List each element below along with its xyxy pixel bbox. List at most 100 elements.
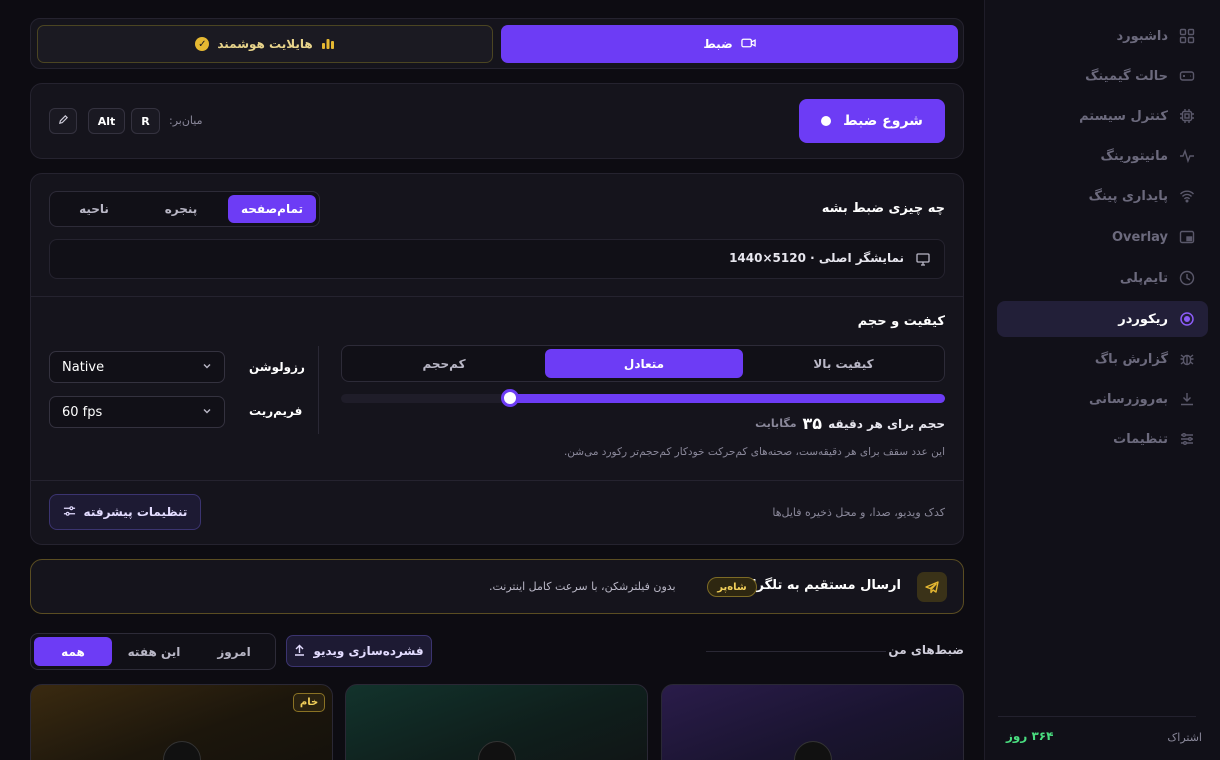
preset-high[interactable]: کیفیت بالا	[746, 349, 941, 378]
divider	[706, 651, 886, 652]
monitor-icon	[916, 253, 930, 270]
resolution-value: Native	[62, 359, 105, 375]
framerate-select[interactable]: 60 fps	[49, 396, 225, 428]
bars-icon	[321, 37, 335, 52]
sidebar-item-timeplay[interactable]: تایم‌پلی	[997, 260, 1208, 296]
sidebar-item-label: داشبورد	[1116, 28, 1168, 44]
tab-window[interactable]: پنجره	[138, 195, 224, 223]
telegram-title: ارسال مستقیم به تلگرام	[742, 578, 902, 593]
divider	[318, 346, 319, 434]
play-icon[interactable]	[794, 741, 832, 760]
display-selector[interactable]: نمایشگر اصلی · 5120×1440	[49, 239, 945, 279]
telegram-desc: بدون فیلترشکن، با سرعت کامل اینترنت.	[489, 580, 676, 593]
sidebar-item-settings[interactable]: تنظیمات	[997, 421, 1208, 457]
size-unit: مگابایت	[755, 417, 797, 430]
sidebar-item-gaming[interactable]: حالت گیمینگ	[997, 58, 1208, 94]
chevron-down-icon	[202, 360, 212, 375]
sidebar-item-label: پایداری پینگ	[1088, 188, 1168, 204]
edit-shortcut-button[interactable]	[49, 108, 77, 134]
sidebar-item-label: مانیتورینگ	[1100, 148, 1168, 164]
sidebar-item-ping[interactable]: پایداری پینگ	[997, 178, 1208, 214]
advanced-settings-button[interactable]: تنظیمات پیشرفته	[49, 494, 201, 530]
divider	[998, 716, 1196, 717]
tab-fullscreen[interactable]: تمام‌صفحه	[228, 195, 316, 223]
size-readout: حجم برای هر دقیقه ۳۵ مگابایت	[755, 414, 945, 433]
check-icon: ✓	[195, 37, 210, 51]
compress-video-button[interactable]: فشرده‌سازی ویدیو	[286, 635, 432, 667]
pulse-icon	[1178, 147, 1196, 165]
record-mode-button[interactable]: ضبط	[501, 25, 958, 63]
quality-presets: کیفیت بالا متعادل کم‌حجم	[341, 345, 945, 382]
play-icon[interactable]	[478, 741, 516, 760]
mode-toggle: ضبط هایلایت هوشمند ✓	[30, 18, 964, 69]
filter-today[interactable]: امروز	[195, 637, 273, 666]
record-icon	[1178, 310, 1196, 328]
advanced-hint: کدک ویدیو، صدا، و محل ذخیره فایل‌ها	[772, 506, 945, 519]
video-camera-icon	[740, 37, 756, 52]
overlay-icon	[1178, 228, 1196, 246]
sidebar-item-update[interactable]: به‌روزرسانی	[997, 381, 1208, 417]
sidebar-item-dashboard[interactable]: داشبورد	[997, 18, 1208, 54]
sidebar-item-label: تایم‌پلی	[1119, 270, 1168, 286]
play-icon[interactable]	[163, 741, 201, 760]
shortcut-label: میان‌بر:	[169, 114, 203, 127]
size-label: حجم برای هر دقیقه	[828, 416, 945, 431]
size-slider[interactable]	[341, 389, 945, 407]
compress-video-label: فشرده‌سازی ویدیو	[313, 644, 424, 658]
size-value: ۳۵	[802, 414, 823, 433]
resolution-select[interactable]: Native	[49, 351, 225, 383]
sidebar-item-label: ریکوردر	[1118, 311, 1168, 327]
recorder-settings-card: چه چیزی ضبط بشه تمام‌صفحه پنجره ناحیه نم…	[30, 173, 964, 545]
preset-balanced[interactable]: متعادل	[545, 349, 743, 378]
sliders-icon	[63, 505, 76, 520]
recording-card[interactable]	[345, 684, 648, 760]
tab-region[interactable]: ناحیه	[52, 195, 136, 223]
sidebar-item-monitoring[interactable]: مانیتورینگ	[997, 138, 1208, 174]
capture-tabs: تمام‌صفحه پنجره ناحیه	[49, 191, 320, 227]
sidebar-item-label: به‌روزرسانی	[1089, 391, 1168, 407]
filter-all[interactable]: همه	[34, 637, 112, 666]
recording-card[interactable]	[661, 684, 964, 760]
start-recording-label: شروع ضبط	[843, 113, 923, 129]
telegram-icon	[917, 572, 947, 602]
divider	[31, 480, 963, 481]
gamepad-icon	[1178, 67, 1196, 85]
start-recording-button[interactable]: شروع ضبط	[799, 99, 945, 143]
sidebar-item-bug-report[interactable]: گزارش باگ	[997, 341, 1208, 377]
grid-icon	[1178, 27, 1196, 45]
slider-fill	[510, 394, 945, 403]
quality-title: کیفیت و حجم	[857, 314, 945, 329]
sidebar-item-label: Overlay	[1111, 229, 1168, 245]
display-label: نمایشگر اصلی · 5120×1440	[729, 251, 904, 265]
premium-badge: شاه‌پر	[707, 577, 757, 597]
resolution-label: رزولوشن	[249, 360, 305, 374]
highlight-mode-label: هایلایت هوشمند	[217, 37, 313, 51]
subscription-value: ۳۶۴ روز	[1006, 729, 1054, 743]
recordings-filter: همه این هفته امروز	[30, 633, 276, 670]
telegram-banner[interactable]: ارسال مستقیم به تلگرام شاه‌پر بدون فیلتر…	[30, 559, 964, 614]
download-icon	[1178, 390, 1196, 408]
sidebar: داشبورد حالت گیمینگ کنترل سیستم مانیتوری…	[984, 0, 1220, 760]
sidebar-item-overlay[interactable]: Overlay	[997, 219, 1208, 255]
highlight-mode-button[interactable]: هایلایت هوشمند ✓	[37, 25, 493, 63]
sidebar-item-label: تنظیمات	[1113, 431, 1168, 447]
sidebar-item-label: کنترل سیستم	[1079, 108, 1168, 124]
recordings-title: ضبط‌های من	[888, 643, 964, 657]
shortcut-key-alt: Alt	[88, 108, 125, 134]
slider-handle[interactable]	[501, 389, 519, 407]
recording-card[interactable]: خام	[30, 684, 333, 760]
sidebar-item-system-control[interactable]: کنترل سیستم	[997, 98, 1208, 134]
shortcut-key-r: R	[131, 108, 160, 134]
preset-low[interactable]: کم‌حجم	[345, 349, 543, 378]
wifi-icon	[1178, 187, 1196, 205]
chevron-down-icon	[202, 405, 212, 420]
filter-this-week[interactable]: این هفته	[115, 637, 193, 666]
size-hint: این عدد سقف برای هر دقیقه‌ست، صحنه‌های ک…	[563, 446, 945, 458]
framerate-value: 60 fps	[62, 404, 103, 420]
advanced-settings-label: تنظیمات پیشرفته	[83, 505, 188, 519]
subscription-label: اشتراک	[1167, 731, 1202, 744]
sliders-icon	[1178, 430, 1196, 448]
sidebar-item-label: گزارش باگ	[1094, 351, 1168, 367]
sidebar-item-recorder[interactable]: ریکوردر	[997, 301, 1208, 337]
sidebar-item-label: حالت گیمینگ	[1085, 68, 1168, 84]
